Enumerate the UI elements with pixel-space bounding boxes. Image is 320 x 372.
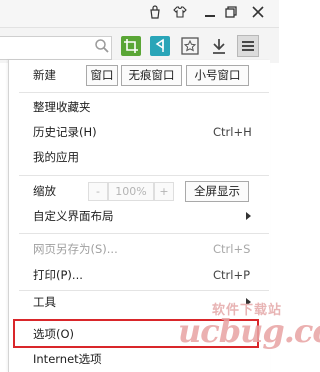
zoom-value: 100% — [108, 182, 154, 201]
menu-item-customize-layout[interactable]: 自定义界面布局 — [33, 206, 114, 226]
fullscreen-button[interactable]: 全屏显示 — [185, 181, 249, 202]
menu-item-my-apps[interactable]: 我的应用 — [33, 147, 79, 167]
search-icon[interactable] — [92, 36, 112, 56]
bag-icon[interactable] — [147, 4, 163, 20]
close-icon[interactable] — [250, 4, 266, 20]
zoom-in-button[interactable]: + — [154, 182, 174, 201]
small-window-button[interactable]: 小号窗口 — [186, 65, 249, 86]
history-shortcut: Ctrl+H — [213, 125, 252, 139]
menu-separator — [19, 175, 269, 176]
window-title-bar — [0, 0, 279, 27]
share-icon[interactable] — [150, 36, 170, 56]
print-shortcut: Ctrl+P — [213, 268, 251, 282]
restore-icon[interactable] — [223, 4, 239, 20]
menu-item-organize-bookmarks[interactable]: 整理收藏夹 — [33, 97, 91, 117]
watermark-logo: ucbug.cc — [178, 312, 320, 350]
menu-item-history[interactable]: 历史记录(H) — [33, 122, 97, 142]
bookmark-star-icon[interactable] — [180, 36, 200, 56]
save-as-shortcut: Ctrl+S — [213, 242, 251, 256]
incognito-window-button[interactable]: 无痕窗口 — [121, 65, 182, 86]
new-window-button[interactable]: 窗口 — [86, 65, 118, 86]
browser-toolbar — [0, 27, 279, 63]
download-icon[interactable] — [209, 36, 229, 56]
zoom-out-button[interactable]: - — [88, 182, 108, 201]
menu-item-print[interactable]: 打印(P)... — [33, 265, 83, 285]
menu-zoom-label: 缩放 — [33, 184, 56, 198]
menu-item-internet-options[interactable]: Internet选项 — [33, 349, 102, 369]
minimize-icon[interactable] — [202, 4, 218, 20]
menu-new-label: 新建 — [33, 68, 56, 82]
menu-icon[interactable] — [237, 35, 259, 57]
screenshot-icon[interactable] — [121, 36, 141, 56]
menu-separator — [19, 290, 269, 291]
menu-item-tools[interactable]: 工具 — [33, 292, 56, 312]
skin-shirt-icon[interactable] — [172, 4, 188, 20]
menu-separator — [19, 233, 269, 234]
menu-item-save-as[interactable]: 网页另存为(S)... — [33, 239, 118, 259]
submenu-arrow-icon — [246, 212, 251, 220]
menu-separator — [19, 92, 269, 93]
